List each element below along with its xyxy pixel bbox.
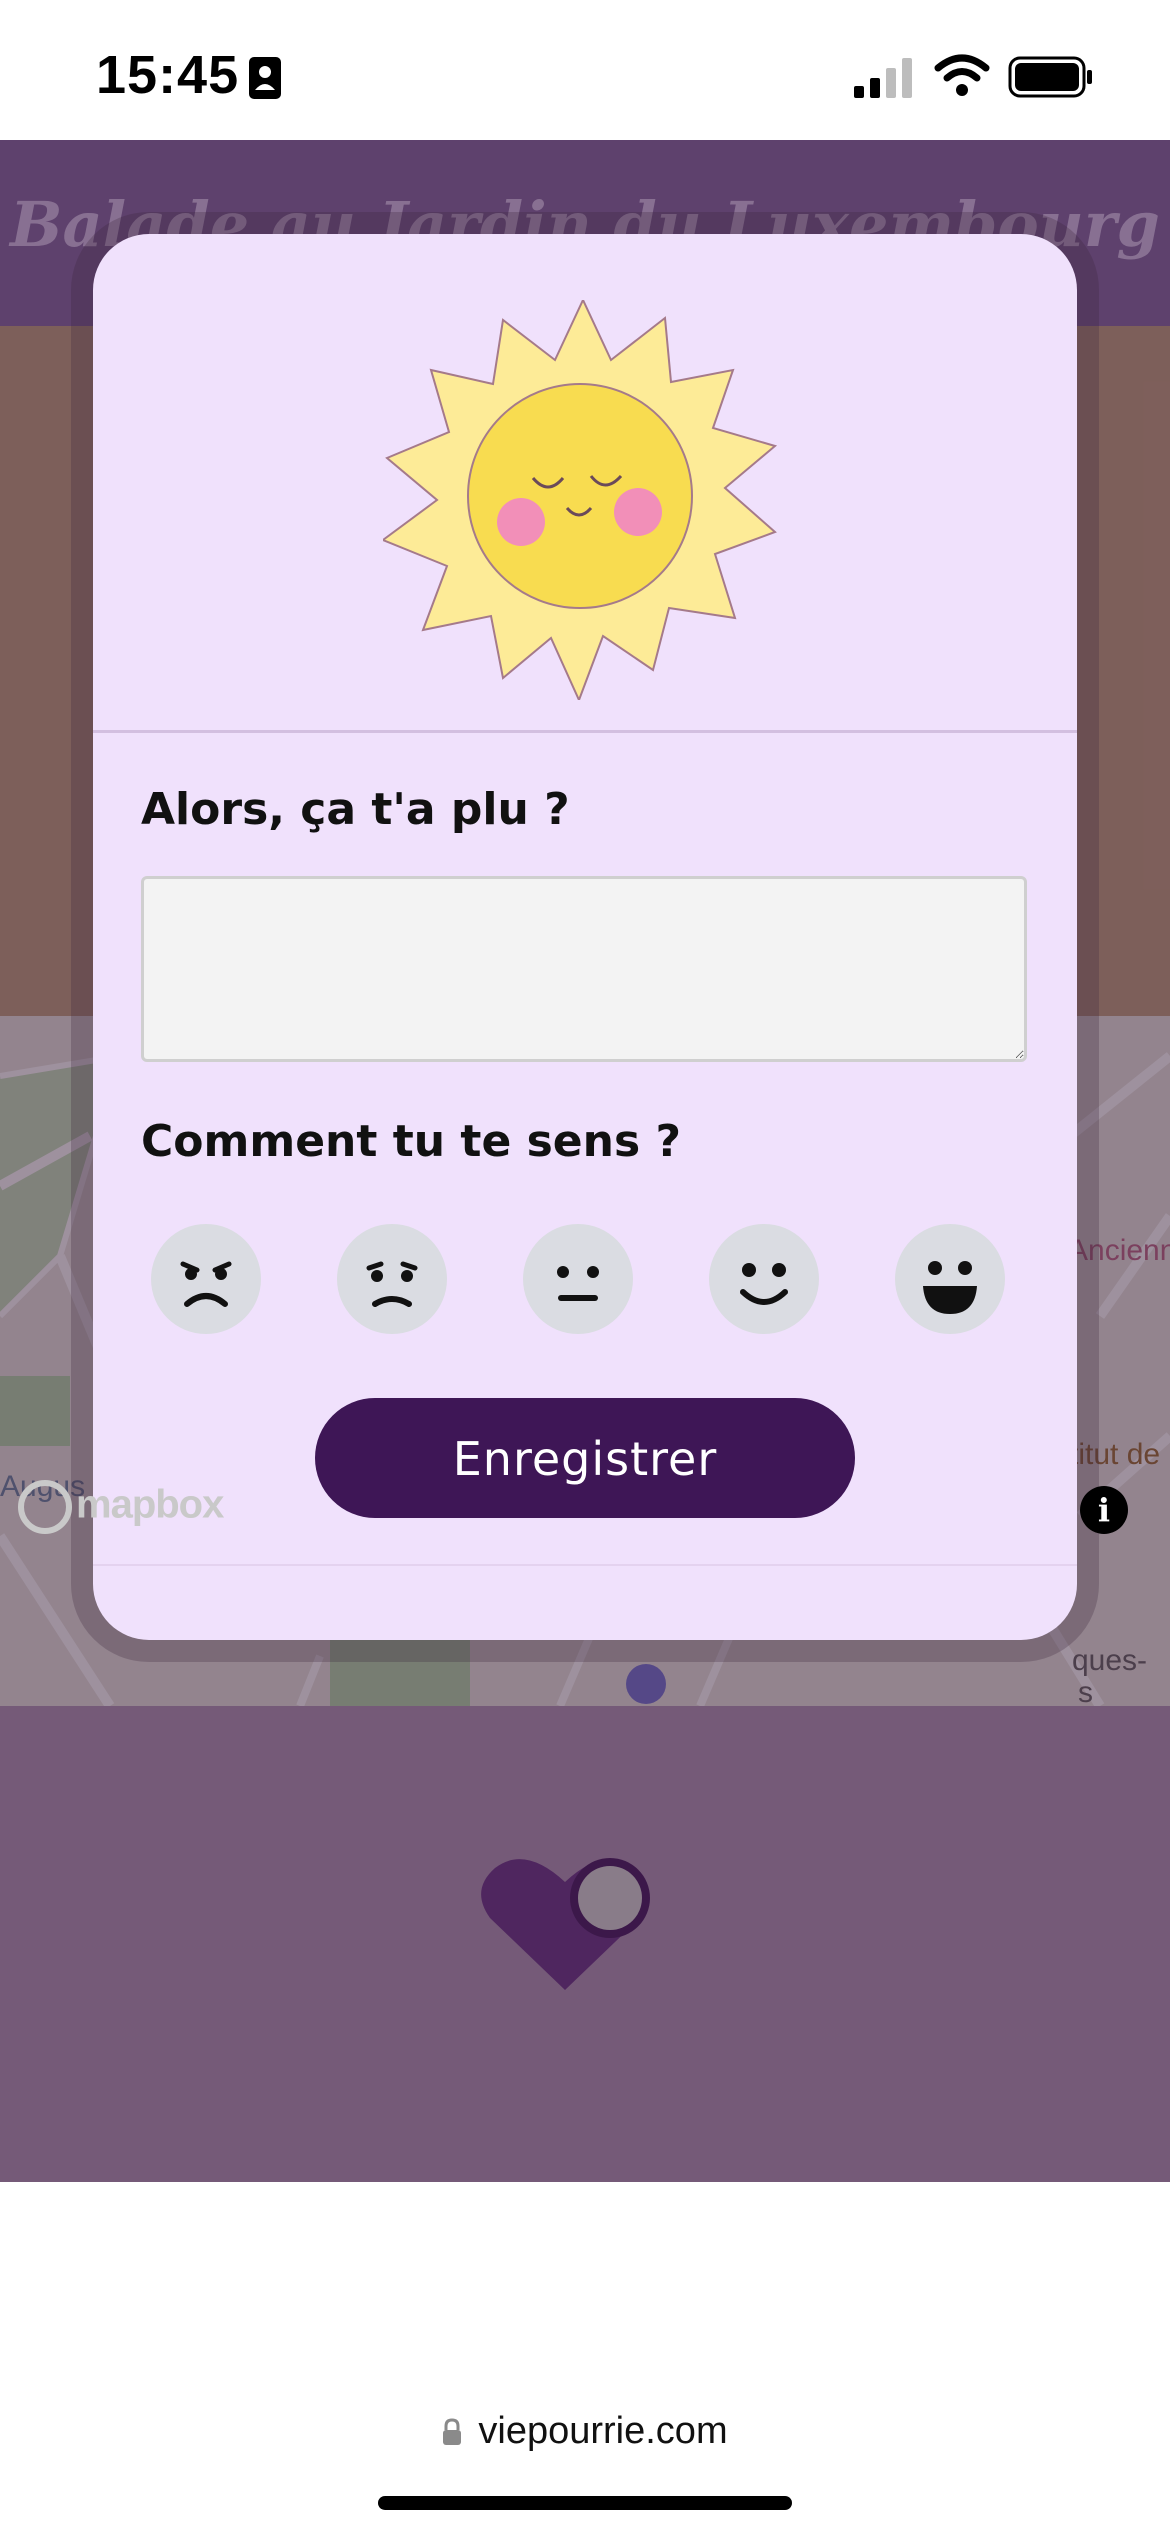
angry-face-icon: [180, 1261, 232, 1307]
mood-neutral-button[interactable]: [523, 1224, 633, 1334]
status-time: 15:45: [96, 45, 240, 105]
save-button[interactable]: Enregistrer: [315, 1398, 855, 1518]
mood-selector: [141, 1224, 1031, 1336]
mapbox-logo-icon: [18, 1480, 72, 1534]
status-bar: 15:45: [0, 0, 1170, 140]
url-row[interactable]: viepourrie.com: [0, 2410, 1170, 2453]
divider: [93, 1564, 1077, 1566]
wifi-icon: [934, 54, 990, 96]
mood-very-happy-button[interactable]: [895, 1224, 1005, 1334]
map-info-icon[interactable]: i: [1080, 1486, 1128, 1534]
question-liked-label: Alors, ça t'a plu ?: [141, 784, 570, 835]
cellular-signal-icon: [854, 58, 912, 98]
question-mood-label: Comment tu te sens ?: [141, 1116, 681, 1167]
home-indicator[interactable]: [378, 2496, 792, 2510]
contact-card-icon: [249, 57, 281, 99]
comment-input[interactable]: [141, 876, 1027, 1062]
smile-face-icon: [740, 1263, 788, 1305]
smiling-sun-illustration: [383, 300, 778, 700]
lock-icon: [443, 2417, 462, 2445]
browser-address-bar[interactable]: viepourrie.com: [0, 2372, 1170, 2532]
url-text: viepourrie.com: [478, 2410, 728, 2452]
mapbox-logo-text: mapbox: [76, 1482, 224, 1527]
mood-unhappy-button[interactable]: [337, 1224, 447, 1334]
neutral-face-icon: [557, 1266, 599, 1301]
mapbox-logo[interactable]: mapbox: [18, 1480, 224, 1534]
sad-face-icon: [366, 1261, 418, 1307]
feedback-modal: Alors, ça t'a plu ? Comment tu te sens ?: [93, 234, 1077, 1640]
divider: [93, 730, 1077, 733]
modal-header: [93, 234, 1077, 730]
grin-face-icon: [923, 1261, 977, 1314]
mood-happy-button[interactable]: [709, 1224, 819, 1334]
mood-very-unhappy-button[interactable]: [151, 1224, 261, 1334]
battery-icon: [1008, 56, 1092, 98]
